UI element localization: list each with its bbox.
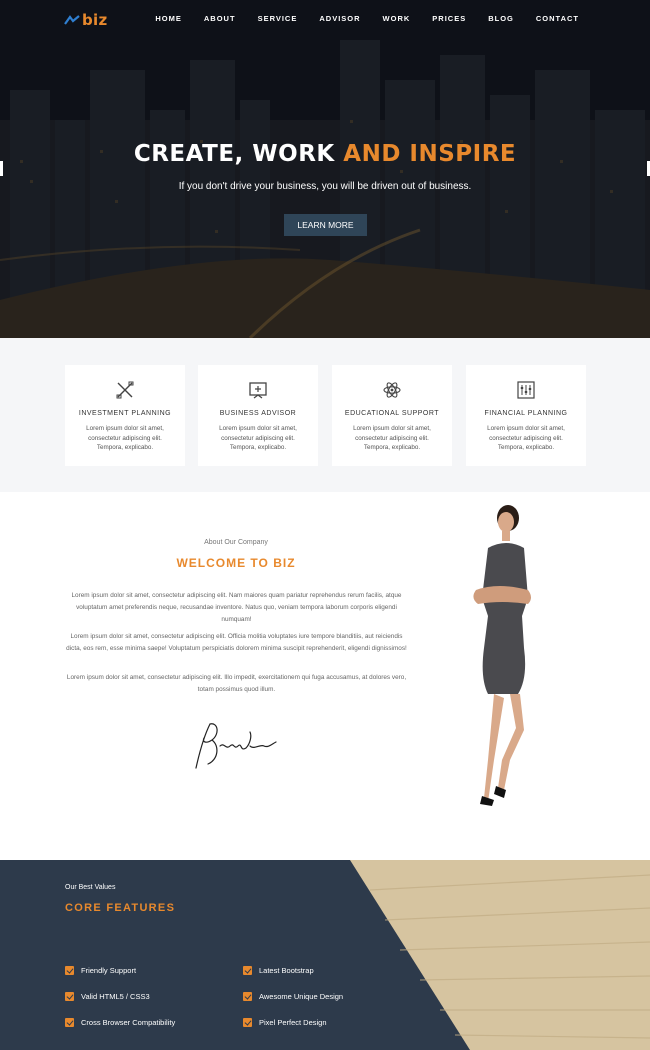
- feature-label: Friendly Support: [81, 966, 137, 975]
- checkbox-icon: [65, 992, 74, 1001]
- services-section: INVESTMENT PLANNING Lorem ipsum dolor si…: [0, 338, 650, 492]
- atom-icon: [383, 382, 401, 398]
- hero-section: biz HOME ABOUT SERVICE ADVISOR WORK PRIC…: [0, 0, 650, 338]
- feature-label: Cross Browser Compatibility: [81, 1018, 176, 1027]
- features-title: CORE FEATURES: [65, 902, 176, 914]
- sliders-icon: [517, 381, 535, 399]
- service-title: FINANCIAL PLANNING: [484, 410, 568, 417]
- feature-label: Latest Bootstrap: [259, 966, 314, 975]
- service-card[interactable]: INVESTMENT PLANNING Lorem ipsum dolor si…: [65, 365, 185, 466]
- nav-about[interactable]: ABOUT: [204, 14, 236, 23]
- handwritten-signature: [195, 723, 277, 769]
- nav-blog[interactable]: BLOG: [488, 14, 514, 23]
- hero-title-main: CREATE, WORK: [133, 141, 344, 167]
- about-kicker: About Our Company: [204, 539, 268, 546]
- service-title: BUSINESS ADVISOR: [219, 410, 297, 417]
- features-section: Our Best Values CORE FEATURES Friendly S…: [0, 860, 650, 1050]
- feature-item: Valid HTML5 / CSS3: [65, 992, 150, 1001]
- service-card[interactable]: FINANCIAL PLANNING Lorem ipsum dolor sit…: [466, 365, 586, 466]
- service-card[interactable]: BUSINESS ADVISOR Lorem ipsum dolor sit a…: [198, 365, 318, 466]
- hero-title: CREATE, WORK AND INSPIRE: [0, 141, 650, 167]
- hero-subtitle: If you don't drive your business, you wi…: [178, 181, 472, 192]
- feature-item: Pixel Perfect Design: [243, 1018, 327, 1027]
- brand-logo[interactable]: biz: [64, 11, 108, 29]
- feature-item: Awesome Unique Design: [243, 992, 343, 1001]
- businesswoman-photo: [473, 505, 531, 806]
- logo-text: biz: [82, 11, 108, 29]
- service-title: EDUCATIONAL SUPPORT: [344, 410, 440, 417]
- nav-advisor[interactable]: ADVISOR: [319, 14, 360, 23]
- nav-work[interactable]: WORK: [383, 14, 411, 23]
- service-text: Lorem ipsum dolor sit amet, consectetur …: [353, 425, 431, 451]
- about-paragraph: Lorem ipsum dolor sit amet, consectetur …: [71, 592, 402, 624]
- service-text: Lorem ipsum dolor sit amet, consectetur …: [86, 425, 164, 451]
- checkbox-icon: [243, 992, 252, 1001]
- service-text: Lorem ipsum dolor sit amet, consectetur …: [219, 425, 297, 451]
- main-menu: HOME ABOUT SERVICE ADVISOR WORK PRICES B…: [133, 14, 579, 23]
- about-paragraph: Lorem ipsum dolor sit amet, consectetur …: [66, 633, 407, 653]
- service-text: Lorem ipsum dolor sit amet, consectetur …: [487, 425, 565, 451]
- pencil-ruler-icon: [116, 381, 134, 399]
- feature-label: Pixel Perfect Design: [259, 1018, 327, 1027]
- service-title: INVESTMENT PLANNING: [78, 410, 172, 417]
- nav-home[interactable]: HOME: [155, 14, 182, 23]
- hero-overlay: [0, 0, 650, 338]
- top-navigation: biz HOME ABOUT SERVICE ADVISOR WORK PRIC…: [0, 0, 650, 38]
- checkbox-icon: [65, 966, 74, 975]
- learn-more-button[interactable]: LEARN MORE: [284, 214, 367, 236]
- checkbox-icon: [65, 1018, 74, 1027]
- nav-contact[interactable]: CONTACT: [536, 14, 579, 23]
- feature-label: Awesome Unique Design: [259, 992, 344, 1001]
- hero-title-accent: AND INSPIRE: [343, 141, 517, 167]
- presentation-board-icon: [249, 382, 267, 399]
- feature-label: Valid HTML5 / CSS3: [81, 992, 150, 1001]
- about-section: About Our Company WELCOME TO BIZ Lorem i…: [0, 492, 650, 860]
- checkbox-icon: [243, 966, 252, 975]
- checkbox-icon: [243, 1018, 252, 1027]
- feature-item: Latest Bootstrap: [243, 966, 314, 975]
- features-kicker: Our Best Values: [65, 884, 116, 891]
- feature-item: Cross Browser Compatibility: [65, 1018, 175, 1027]
- nav-service[interactable]: SERVICE: [258, 14, 298, 23]
- nav-prices[interactable]: PRICES: [432, 14, 466, 23]
- service-card[interactable]: EDUCATIONAL SUPPORT Lorem ipsum dolor si…: [332, 365, 452, 466]
- logo-swoosh-icon: [64, 15, 80, 25]
- about-paragraph: Lorem ipsum dolor sit amet, consectetur …: [66, 674, 407, 694]
- slider-prev-handle[interactable]: [0, 161, 3, 176]
- feature-item: Friendly Support: [65, 966, 136, 975]
- about-title: WELCOME TO BIZ: [176, 556, 296, 570]
